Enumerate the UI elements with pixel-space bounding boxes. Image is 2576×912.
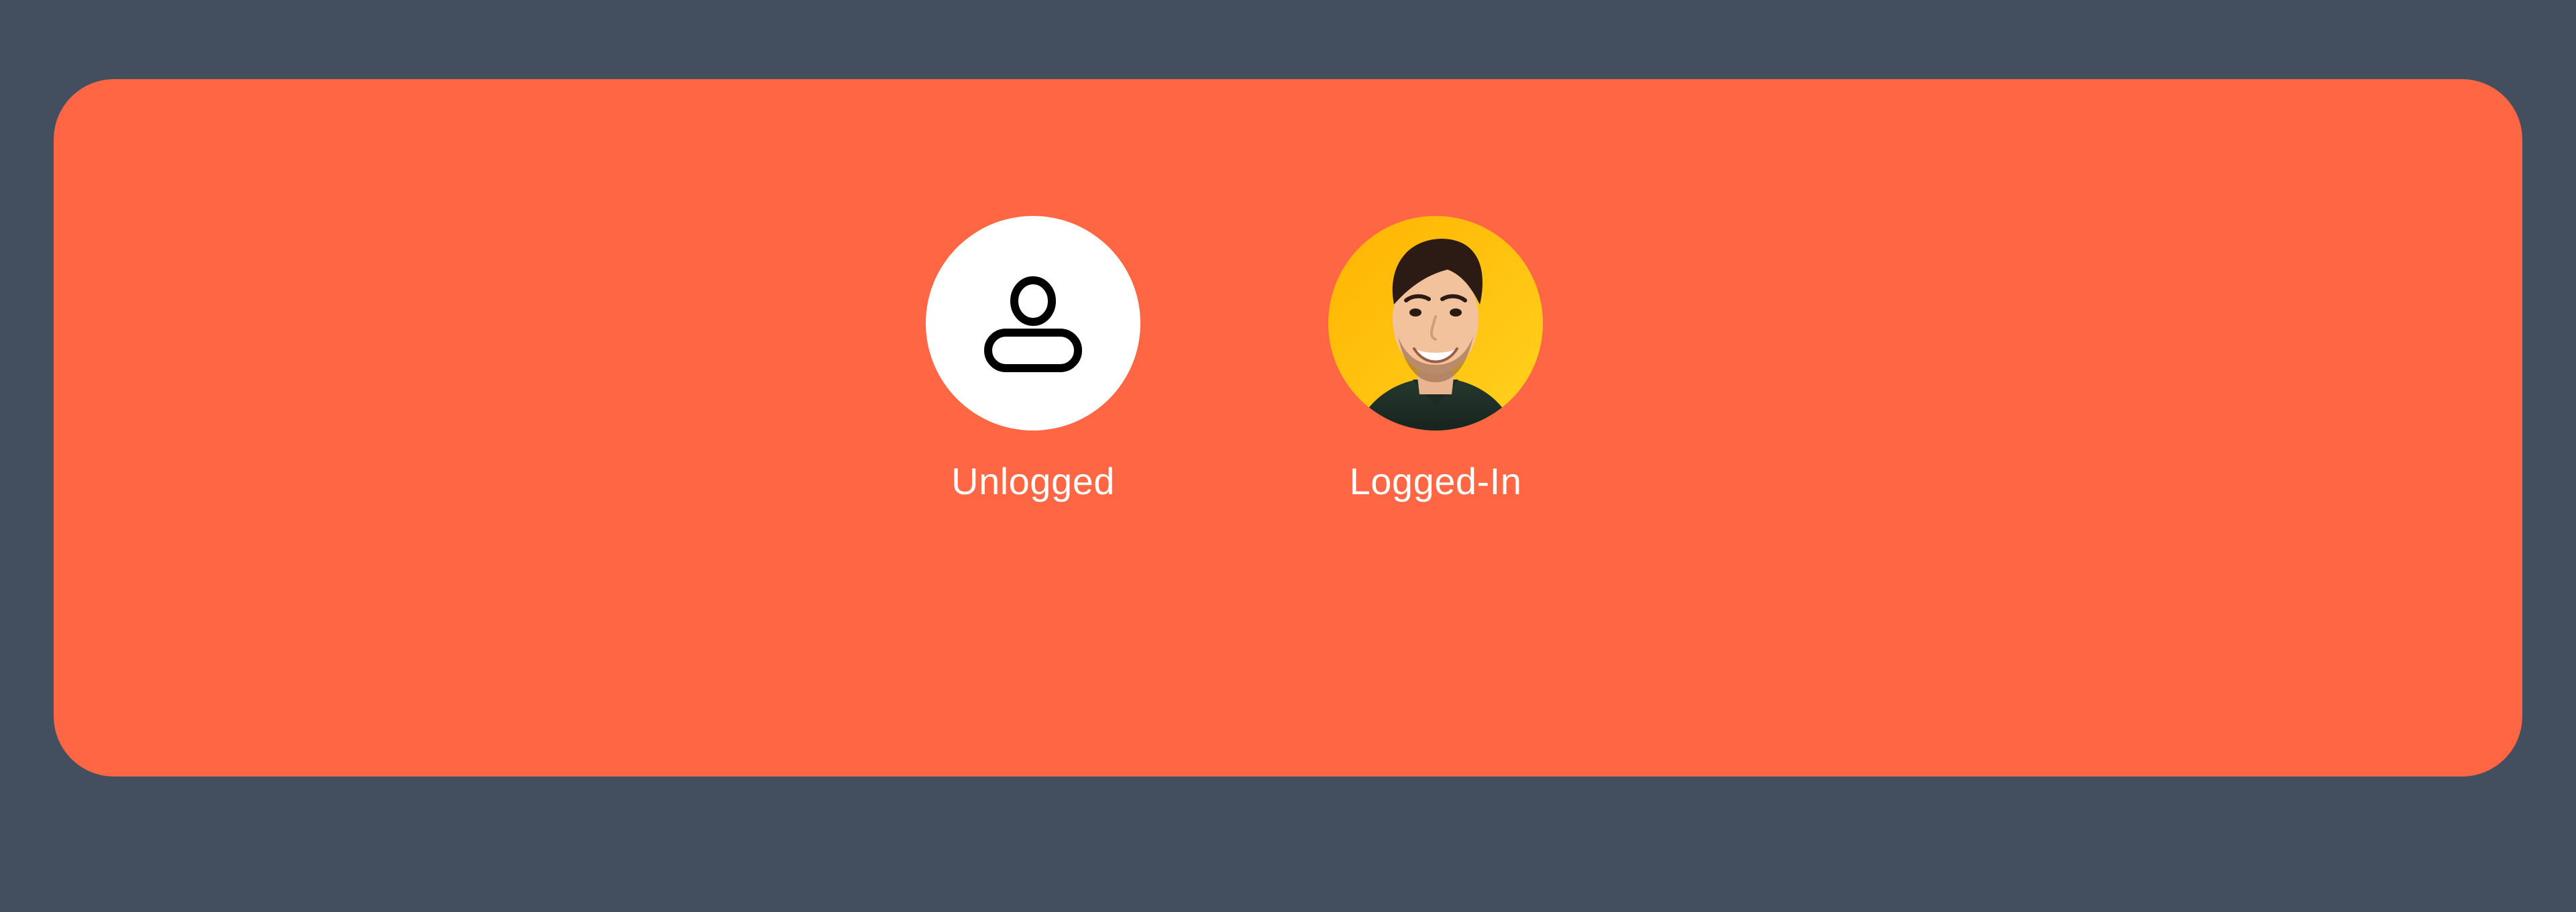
user-icon (984, 276, 1082, 372)
unlogged-avatar[interactable] (926, 216, 1140, 431)
logged-in-state: Logged-In (1328, 216, 1543, 500)
avatar-states-card (54, 79, 2522, 777)
logged-in-avatar[interactable] (1328, 216, 1543, 431)
unlogged-label: Unlogged (951, 460, 1115, 502)
unlogged-state: Unlogged (926, 216, 1140, 500)
user-photo (1328, 216, 1543, 431)
logged-in-label: Logged-In (1349, 460, 1522, 502)
